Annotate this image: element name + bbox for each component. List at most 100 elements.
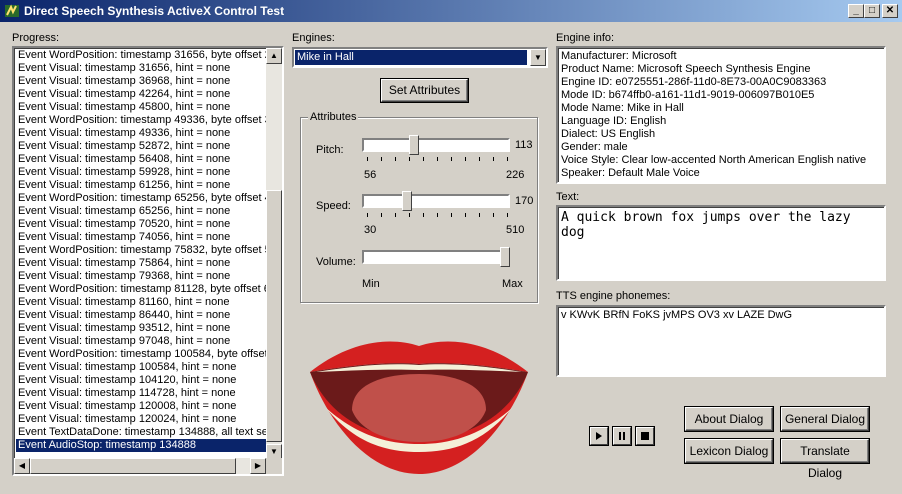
slider-tick (493, 157, 494, 161)
progress-event-row[interactable]: Event Visual: timestamp 42264, hint = no… (16, 88, 268, 101)
progress-rows: Event WordPosition: timestamp 31656, byt… (16, 49, 268, 452)
close-button[interactable]: ✕ (882, 4, 898, 18)
phonemes-label: TTS engine phonemes: (556, 290, 671, 302)
scroll-corner (266, 458, 282, 474)
horizontal-scrollbar[interactable]: ◀ ▶ (14, 458, 266, 474)
progress-event-row[interactable]: Event Visual: timestamp 86440, hint = no… (16, 309, 268, 322)
engine-info-line: Speaker: Default Male Voice (561, 167, 700, 179)
progress-event-row[interactable]: Event Visual: timestamp 61256, hint = no… (16, 179, 268, 192)
progress-event-row[interactable]: Event Visual: timestamp 74056, hint = no… (16, 231, 268, 244)
volume-slider-thumb[interactable] (500, 247, 510, 267)
progress-event-row[interactable]: Event WordPosition: timestamp 49336, byt… (16, 114, 268, 127)
scroll-up-icon[interactable]: ▲ (266, 48, 282, 64)
progress-event-row[interactable]: Event Visual: timestamp 70520, hint = no… (16, 218, 268, 231)
speed-min: 30 (364, 224, 377, 236)
progress-event-row[interactable]: Event Visual: timestamp 59928, hint = no… (16, 166, 268, 179)
maximize-button[interactable]: □ (864, 4, 880, 18)
speed-max: 510 (506, 224, 525, 236)
slider-tick (465, 157, 466, 161)
speed-slider[interactable] (362, 191, 510, 211)
progress-event-row[interactable]: Event Visual: timestamp 49336, hint = no… (16, 127, 268, 140)
text-input[interactable]: A quick brown fox jumps over the lazy do… (556, 205, 886, 281)
horizontal-scroll-thumb[interactable] (30, 458, 236, 474)
minimize-button[interactable]: _ (848, 4, 864, 18)
engine-info-box[interactable]: Manufacturer: Microsoft Product Name: Mic… (556, 46, 886, 184)
engine-info-label: Engine info: (556, 32, 615, 44)
stop-icon (641, 432, 649, 440)
progress-event-row[interactable]: Event Visual: timestamp 100584, hint = n… (16, 361, 268, 374)
progress-event-row[interactable]: Event Visual: timestamp 120008, hint = n… (16, 400, 268, 413)
general-dialog-button[interactable]: General Dialog (781, 407, 869, 431)
engine-info-line: Manufacturer: Microsoft (561, 50, 677, 62)
engine-info-line: Mode ID: b674ffb0-a161-11d1-9019-006097B… (561, 89, 815, 101)
progress-event-row[interactable]: Event WordPosition: timestamp 100584, by… (16, 348, 268, 361)
progress-event-row[interactable]: Event Visual: timestamp 93512, hint = no… (16, 322, 268, 335)
engine-info-line: Voice Style: Clear low-accented North Am… (561, 154, 867, 166)
speed-label: Speed: (316, 200, 351, 212)
slider-tick (409, 157, 410, 161)
progress-label: Progress: (12, 32, 60, 44)
pause-button[interactable] (613, 427, 631, 445)
slider-tick (493, 213, 494, 217)
progress-event-row[interactable]: Event Visual: timestamp 114728, hint = n… (16, 387, 268, 400)
progress-event-row[interactable]: Event Visual: timestamp 75864, hint = no… (16, 257, 268, 270)
engine-info-line: Engine ID: e0725551-286f-11d0-8E73-00A0C… (561, 76, 827, 88)
progress-event-row[interactable]: Event Visual: timestamp 104120, hint = n… (16, 374, 268, 387)
engine-info-line: Dialect: US English (561, 128, 656, 140)
engines-label: Engines: (292, 32, 335, 44)
slider-tick (381, 157, 382, 161)
slider-tick (451, 213, 452, 217)
progress-event-row[interactable]: Event TextDataDone: timestamp 134888, al… (16, 426, 268, 439)
pitch-label: Pitch: (316, 144, 344, 156)
pitch-slider-thumb[interactable] (408, 135, 419, 155)
progress-event-row[interactable]: Event Visual: timestamp 45800, hint = no… (16, 101, 268, 114)
progress-event-row[interactable]: Event WordPosition: timestamp 75832, byt… (16, 244, 268, 257)
slider-tick (395, 213, 396, 217)
slider-tick (423, 157, 424, 161)
phonemes-box[interactable]: v KWvK BRfN FoKS jvMPS OV3 xv LAZE DwG (556, 305, 886, 377)
progress-event-row[interactable]: Event Visual: timestamp 65256, hint = no… (16, 205, 268, 218)
vertical-scrollbar[interactable]: ▲ ▼ (266, 48, 282, 460)
speed-slider-thumb[interactable] (402, 191, 413, 211)
progress-event-row[interactable]: Event Visual: timestamp 120024, hint = n… (16, 413, 268, 426)
progress-event-row[interactable]: Event Visual: timestamp 79368, hint = no… (16, 270, 268, 283)
progress-event-row[interactable]: Event Visual: timestamp 97048, hint = no… (16, 335, 268, 348)
progress-event-row[interactable]: Event WordPosition: timestamp 31656, byt… (16, 49, 268, 62)
lexicon-dialog-button[interactable]: Lexicon Dialog (685, 439, 773, 463)
progress-event-row[interactable]: Event WordPosition: timestamp 81128, byt… (16, 283, 268, 296)
progress-event-row[interactable]: Event AudioStop: timestamp 134888 (16, 439, 268, 452)
slider-tick (423, 213, 424, 217)
scroll-left-icon[interactable]: ◀ (14, 458, 30, 474)
pitch-slider-track (362, 138, 510, 152)
slider-tick (507, 213, 508, 217)
title-bar: Direct Speech Synthesis ActiveX Control … (0, 0, 902, 22)
vertical-scroll-thumb[interactable] (266, 190, 282, 442)
engines-dropdown[interactable]: Mike in Hall ▼ (292, 47, 548, 68)
pitch-max: 226 (506, 169, 525, 181)
chevron-down-icon[interactable]: ▼ (530, 49, 546, 66)
progress-list[interactable]: Event WordPosition: timestamp 31656, byt… (12, 46, 284, 476)
progress-event-row[interactable]: Event WordPosition: timestamp 65256, byt… (16, 192, 268, 205)
engines-selected-value: Mike in Hall (295, 50, 527, 65)
slider-tick (451, 157, 452, 161)
pitch-min: 56 (364, 169, 377, 181)
about-dialog-button[interactable]: About Dialog (685, 407, 773, 431)
play-button[interactable] (590, 427, 608, 445)
volume-slider[interactable] (362, 247, 510, 267)
progress-event-row[interactable]: Event Visual: timestamp 31656, hint = no… (16, 62, 268, 75)
engine-info-line: Language ID: English (561, 115, 667, 127)
slider-tick (409, 213, 410, 217)
slider-tick (479, 157, 480, 161)
progress-event-row[interactable]: Event Visual: timestamp 56408, hint = no… (16, 153, 268, 166)
speed-value: 170 (515, 195, 534, 207)
slider-tick (465, 213, 466, 217)
pitch-slider[interactable] (362, 135, 510, 155)
set-attributes-button[interactable]: Set Attributes (381, 79, 468, 102)
progress-event-row[interactable]: Event Visual: timestamp 81160, hint = no… (16, 296, 268, 309)
slider-tick (507, 157, 508, 161)
progress-event-row[interactable]: Event Visual: timestamp 36968, hint = no… (16, 75, 268, 88)
scroll-right-icon[interactable]: ▶ (250, 458, 266, 474)
stop-button[interactable] (636, 427, 654, 445)
progress-event-row[interactable]: Event Visual: timestamp 52872, hint = no… (16, 140, 268, 153)
translate-dialog-button[interactable]: Translate Dialog (781, 439, 869, 480)
